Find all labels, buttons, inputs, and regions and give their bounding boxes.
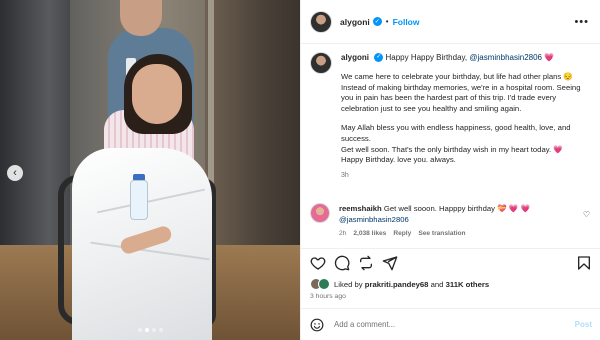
caption-mention[interactable]: @jasminbhasin2806 (469, 53, 542, 62)
carousel-prev-icon[interactable]: ‹ (7, 165, 23, 181)
liked-by-prefix: Liked by (334, 279, 363, 289)
liker-avatar[interactable] (318, 278, 330, 290)
post-header: alygoni ✓ • Follow ••• (301, 0, 600, 44)
comment-likes-count[interactable]: 2,038 likes (353, 230, 386, 237)
caption-username[interactable]: alygoni (341, 53, 369, 62)
post-photo: ‹ (0, 0, 300, 340)
emoji-icon[interactable] (310, 318, 324, 332)
post-timestamp[interactable]: 3 hours ago (310, 293, 346, 300)
post-comment-button[interactable]: Post (575, 320, 592, 329)
caption-opening: Happy Happy Birthday, (385, 53, 468, 62)
caption-timestamp[interactable]: 3h (341, 172, 593, 179)
reply-button[interactable]: Reply (393, 230, 411, 237)
liked-by-user[interactable]: prakriti.pandey68 (365, 280, 429, 289)
header-separator: • (385, 17, 389, 26)
caption-author-avatar[interactable] (310, 52, 332, 74)
comment-timestamp[interactable]: 2h (339, 230, 346, 237)
save-icon[interactable] (576, 255, 592, 271)
carousel-dot (151, 328, 156, 332)
post-side-panel: alygoni ✓ • Follow ••• alygoni ✓ Happy H… (300, 0, 600, 340)
post-caption: alygoni ✓ Happy Happy Birthday, @jasminb… (310, 52, 595, 179)
add-comment-input[interactable] (334, 320, 575, 329)
carousel-indicator (0, 328, 300, 332)
water-bottle (130, 180, 148, 220)
comment-like-icon[interactable]: ♡ (583, 210, 590, 219)
verified-badge-icon: ✓ (372, 17, 382, 26)
verified-badge-icon: ✓ (374, 53, 384, 63)
liked-by-row: Liked by prakriti.pandey68 and 311K othe… (310, 278, 489, 290)
comment-icon[interactable] (334, 255, 350, 271)
caption-paragraph-1: We came here to celebrate your birthday,… (341, 72, 581, 113)
carousel-dot (137, 328, 142, 332)
see-translation-button[interactable]: See translation (418, 230, 465, 237)
more-options-icon[interactable]: ••• (574, 16, 589, 28)
caption-heart-emoji: 💗 (544, 53, 555, 62)
share-icon[interactable] (382, 255, 398, 271)
patient-face (132, 64, 182, 124)
add-comment-bar: Post (301, 308, 600, 340)
liked-by-others[interactable]: 311K others (446, 280, 490, 289)
author-username[interactable]: alygoni (340, 17, 370, 27)
commenter-username[interactable]: reemshaikh (339, 204, 382, 213)
comment-text: Get well sooon. Happpy birthday 💝 💗 💗 (383, 204, 531, 213)
follow-button[interactable]: Follow (393, 17, 420, 27)
comment-mention[interactable]: @jasminbhasin2806 (339, 215, 409, 224)
author-avatar[interactable] (310, 10, 332, 33)
liked-by-and: and (430, 279, 444, 289)
caption-paragraph-2: May Allah bless you with endless happine… (341, 123, 571, 165)
instagram-post-modal: ‹ alygoni ✓ • Follow ••• alygoni ✓ Happy… (0, 0, 600, 340)
heart-icon[interactable] (310, 255, 326, 271)
action-bar (301, 248, 600, 276)
carousel-dot (144, 328, 149, 332)
commenter-avatar[interactable] (310, 203, 330, 223)
carousel-dot (158, 328, 163, 332)
repost-icon[interactable] (358, 255, 374, 271)
comment-item: reemshaikh Get well sooon. Happpy birthd… (310, 203, 595, 237)
